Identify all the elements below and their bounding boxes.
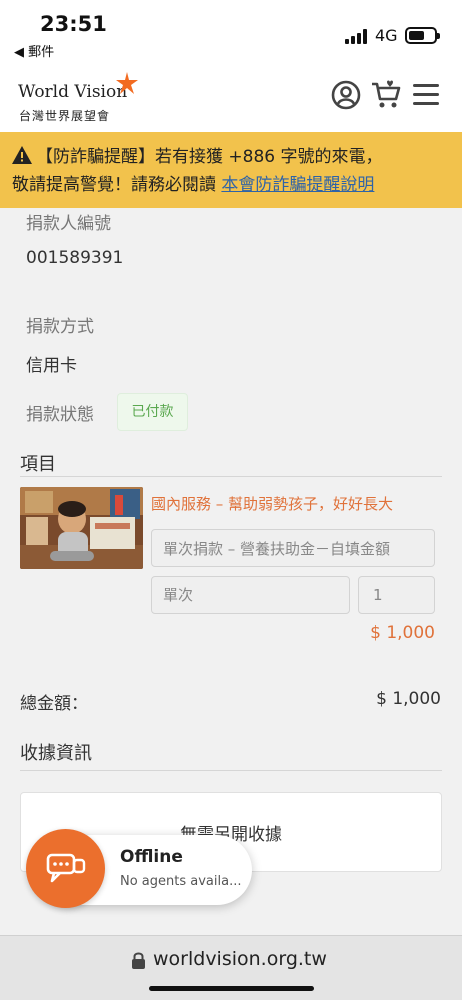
status-time: 23:51: [40, 12, 107, 36]
chat-bubble-icon: [46, 853, 86, 883]
total-label: 總金額：: [20, 694, 88, 714]
quantity-field[interactable]: 1: [358, 576, 435, 614]
menu-icon[interactable]: [411, 79, 443, 111]
payment-status-label: 捐款狀態: [26, 405, 94, 425]
frequency-field[interactable]: 單次: [151, 576, 350, 614]
status-badge: 已付款: [117, 393, 188, 431]
alert-line2: 敬請提高警覺！請務必閱讀: [12, 175, 222, 195]
alert-line1: 【防詐騙提醒】若有接獲 +886 字號的來電，: [36, 147, 383, 167]
item-photo: [20, 487, 143, 569]
user-icon[interactable]: [330, 79, 362, 111]
donor-id-label: 捐款人編號: [26, 214, 111, 234]
cart-icon[interactable]: [370, 79, 402, 111]
fraud-info-link[interactable]: 本會防詐騙提醒說明: [221, 175, 374, 195]
chat-button[interactable]: [26, 829, 105, 908]
chat-subtitle: No agents availa...: [120, 874, 242, 889]
total-value: $ 1,000: [376, 689, 441, 709]
donor-id-value: 001589391: [26, 248, 124, 268]
logo-english: World Vision: [18, 82, 128, 102]
battery-icon: [405, 27, 440, 44]
network-type: 4G: [375, 26, 398, 45]
receipt-divider: [20, 770, 442, 771]
item-amount: $ 1,000: [370, 623, 435, 643]
logo-chinese: 台灣世界展望會: [19, 109, 111, 123]
item-title[interactable]: 國內服務 – 幫助弱勢孩子，好好長大: [151, 493, 393, 514]
back-to-mail-link[interactable]: ◀ 郵件: [14, 41, 54, 60]
items-section-title: 項目: [20, 454, 56, 475]
chat-title: Offline: [120, 847, 183, 867]
warning-icon: [12, 146, 32, 164]
payment-method-label: 捐款方式: [26, 317, 94, 337]
status-bar: 23:51 ◀ 郵件 4G: [0, 0, 462, 62]
site-header: World Vision 台灣世界展望會: [0, 62, 462, 132]
home-indicator: [149, 986, 314, 991]
receipt-section-title: 收據資訊: [20, 743, 92, 764]
logo-star-icon: [116, 72, 138, 94]
fraud-alert-banner: 【防詐騙提醒】若有接獲 +886 字號的來電， 敬請提高警覺！請務必閱讀 本會防…: [0, 132, 462, 208]
browser-address-bar[interactable]: worldvision.org.tw: [0, 935, 462, 1000]
lock-icon: [132, 952, 145, 969]
donation-type-field[interactable]: 單次捐款 – 營養扶助金－自填金額: [151, 529, 435, 567]
signal-icon: [345, 28, 369, 44]
items-divider: [20, 476, 442, 477]
world-vision-logo[interactable]: World Vision 台灣世界展望會: [18, 70, 148, 125]
payment-method-value: 信用卡: [26, 356, 77, 376]
url-text[interactable]: worldvision.org.tw: [153, 948, 327, 970]
